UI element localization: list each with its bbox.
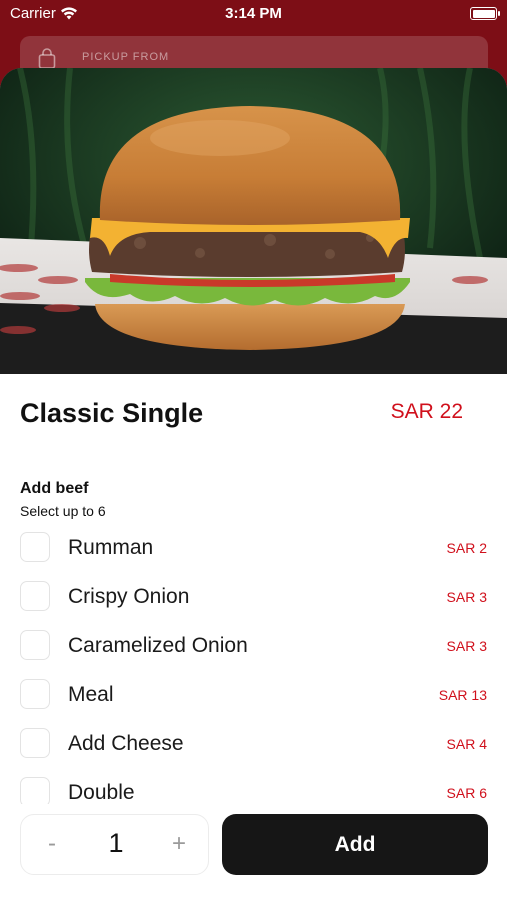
option-row-meal[interactable]: Meal SAR 13 (0, 671, 507, 720)
option-label: Crispy Onion (68, 585, 190, 608)
quantity-stepper: - 1 + (20, 814, 209, 875)
product-sheet: Classic Single SAR 22 Add beef Select up… (0, 68, 507, 900)
decrement-button[interactable]: - (39, 829, 65, 859)
option-checkbox[interactable] (20, 679, 50, 709)
bottom-action-bar: - 1 + Add (0, 804, 507, 900)
quantity-value: 1 (108, 828, 124, 858)
option-price: SAR 6 (446, 785, 487, 801)
option-row-double[interactable]: Double SAR 6 (0, 769, 507, 804)
pickup-label: PICKUP FROM (82, 51, 170, 63)
battery-icon (470, 7, 500, 20)
option-label: Caramelized Onion (68, 634, 248, 657)
option-checkbox[interactable] (20, 581, 50, 611)
option-price: SAR 4 (446, 736, 487, 752)
product-price: SAR 22 (390, 400, 463, 423)
status-bar: Carrier 3:14 PM (0, 0, 507, 28)
option-price: SAR 2 (446, 540, 487, 556)
option-price: SAR 13 (438, 687, 487, 703)
option-price: SAR 3 (446, 638, 487, 654)
option-label: Rumman (68, 536, 154, 559)
add-to-cart-button[interactable]: Add (222, 814, 488, 875)
modifier-options-list[interactable]: Rumman SAR 2 Crispy Onion SAR 3 Carameli… (0, 524, 507, 804)
option-label: Double (68, 781, 135, 804)
status-time: 3:14 PM (225, 5, 282, 22)
product-image (0, 68, 507, 374)
option-checkbox[interactable] (20, 630, 50, 660)
option-price: SAR 3 (446, 589, 487, 605)
product-title: Classic Single (20, 398, 204, 428)
option-row-add-cheese[interactable]: Add Cheese SAR 4 (0, 720, 507, 769)
option-checkbox[interactable] (20, 532, 50, 562)
option-row-caramelized-onion[interactable]: Caramelized Onion SAR 3 (0, 622, 507, 671)
modifier-group-title: Add beef (20, 480, 89, 497)
option-checkbox[interactable] (20, 777, 50, 804)
bag-icon (38, 48, 56, 69)
option-checkbox[interactable] (20, 728, 50, 758)
modifier-group-subtitle: Select up to 6 (20, 503, 106, 519)
option-label: Meal (68, 683, 114, 706)
option-label: Add Cheese (68, 732, 184, 755)
option-row-rumman[interactable]: Rumman SAR 2 (0, 524, 507, 573)
option-row-crispy-onion[interactable]: Crispy Onion SAR 3 (0, 573, 507, 622)
product-header: Classic Single SAR 22 (20, 394, 487, 438)
increment-button[interactable]: + (166, 829, 192, 859)
